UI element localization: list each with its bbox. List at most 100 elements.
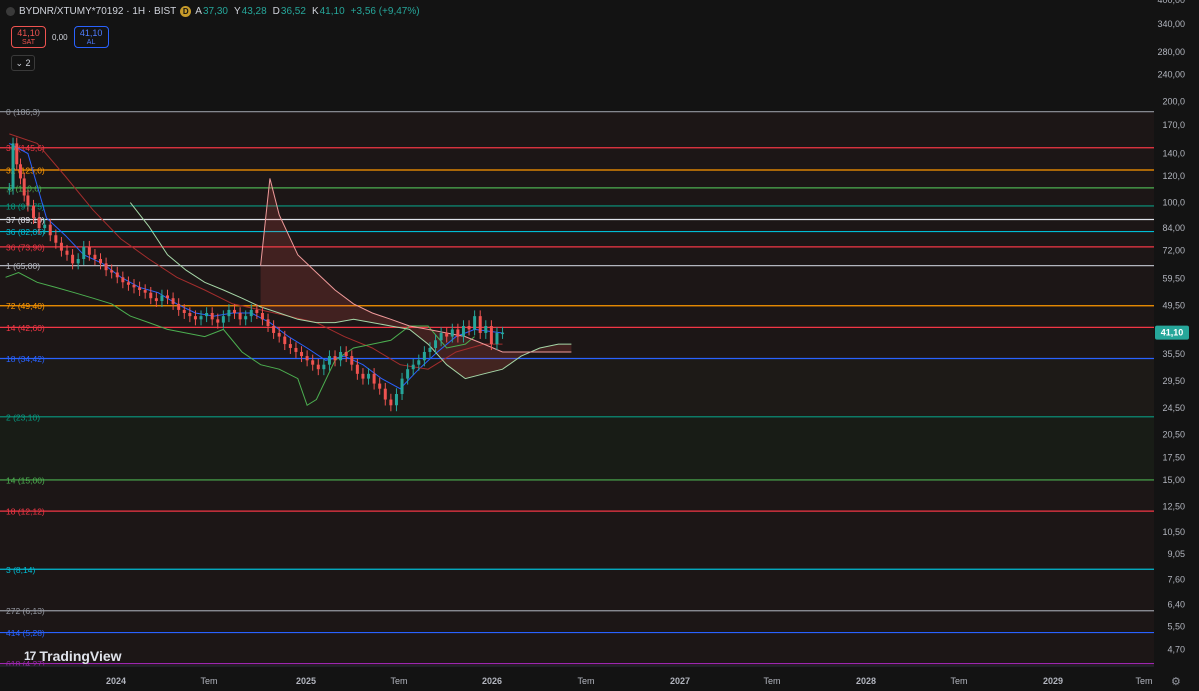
candle-body[interactable] xyxy=(311,360,315,365)
candle-body[interactable] xyxy=(182,309,186,313)
candle-body[interactable] xyxy=(383,388,387,400)
candle-body[interactable] xyxy=(199,316,203,320)
candle-body[interactable] xyxy=(389,399,393,406)
candle-body[interactable] xyxy=(65,250,69,255)
candle-body[interactable] xyxy=(115,272,119,278)
candle-body[interactable] xyxy=(428,347,432,352)
candle-body[interactable] xyxy=(484,325,488,333)
candle-body[interactable] xyxy=(473,316,477,330)
candle-body[interactable] xyxy=(43,224,47,229)
candle-body[interactable] xyxy=(495,332,499,345)
price-tick-label: 35,50 xyxy=(1162,349,1185,359)
candle-body[interactable] xyxy=(244,316,248,320)
candle-body[interactable] xyxy=(221,316,225,323)
time-axis[interactable] xyxy=(0,666,1199,691)
candle-body[interactable] xyxy=(132,284,136,288)
candle-body[interactable] xyxy=(300,351,304,357)
tradingview-logo[interactable]: 17 TradingView xyxy=(24,648,122,664)
candle-body[interactable] xyxy=(93,254,97,260)
candle-body[interactable] xyxy=(439,332,443,341)
candle-body[interactable] xyxy=(327,356,331,365)
candle-body[interactable] xyxy=(501,332,505,335)
candle-body[interactable] xyxy=(210,312,214,320)
candle-body[interactable] xyxy=(138,287,142,291)
candle-body[interactable] xyxy=(54,235,58,243)
candle-body[interactable] xyxy=(205,312,209,317)
price-chart[interactable]: 0 (186,3)36 (145,6)32 (125,0),5 (110,6)1… xyxy=(0,0,1199,691)
buy-button[interactable]: 41,10 AL xyxy=(73,26,109,48)
candle-body[interactable] xyxy=(11,143,15,189)
candle-body[interactable] xyxy=(238,312,242,320)
candle-body[interactable] xyxy=(445,332,449,337)
candle-body[interactable] xyxy=(177,303,181,310)
candle-body[interactable] xyxy=(76,259,80,264)
candle-body[interactable] xyxy=(316,364,320,370)
candle-body[interactable] xyxy=(22,178,26,196)
candle-body[interactable] xyxy=(48,224,52,236)
candle-body[interactable] xyxy=(32,205,36,219)
symbol-title[interactable]: BYDNR/XTUMY*70192 · 1H · BIST xyxy=(19,6,176,17)
settings-gear-icon[interactable]: ⚙ xyxy=(1171,675,1181,688)
candle-body[interactable] xyxy=(15,143,19,165)
candle-body[interactable] xyxy=(193,316,197,320)
candle-body[interactable] xyxy=(478,316,482,333)
candle-body[interactable] xyxy=(121,277,125,283)
candle-body[interactable] xyxy=(104,263,108,271)
candle-body[interactable] xyxy=(467,325,471,330)
candle-body[interactable] xyxy=(400,378,404,395)
candle-body[interactable] xyxy=(339,351,343,361)
candle-body[interactable] xyxy=(18,164,22,179)
candle-body[interactable] xyxy=(87,246,91,255)
candle-body[interactable] xyxy=(272,325,276,333)
candle-body[interactable] xyxy=(216,319,220,323)
candle-body[interactable] xyxy=(255,309,259,313)
candle-body[interactable] xyxy=(305,356,309,361)
collapse-indicators-button[interactable]: ⌄ 2 xyxy=(11,55,35,71)
candle-body[interactable] xyxy=(266,319,270,326)
candle-body[interactable] xyxy=(26,195,30,206)
candle-body[interactable] xyxy=(333,356,337,361)
candle-body[interactable] xyxy=(361,373,365,379)
candle-body[interactable] xyxy=(411,364,415,370)
candle-body[interactable] xyxy=(489,325,493,345)
candle-body[interactable] xyxy=(406,369,410,379)
sell-button[interactable]: 41,10 SAT xyxy=(11,26,46,48)
candle-body[interactable] xyxy=(456,329,460,337)
candle-body[interactable] xyxy=(126,282,130,285)
candle-body[interactable] xyxy=(288,344,292,348)
candle-body[interactable] xyxy=(82,246,86,260)
candle-body[interactable] xyxy=(154,298,158,302)
candle-body[interactable] xyxy=(227,309,231,317)
candle-body[interactable] xyxy=(277,332,281,337)
candle-body[interactable] xyxy=(166,295,170,299)
candle-body[interactable] xyxy=(110,270,114,273)
candle-body[interactable] xyxy=(372,373,376,384)
candle-body[interactable] xyxy=(71,254,75,264)
candle-body[interactable] xyxy=(59,242,63,251)
candle-body[interactable] xyxy=(344,351,348,357)
candle-body[interactable] xyxy=(322,364,326,370)
candle-body[interactable] xyxy=(355,364,359,374)
candle-body[interactable] xyxy=(417,360,421,365)
candle-body[interactable] xyxy=(394,394,398,406)
candle-body[interactable] xyxy=(461,325,465,337)
candle-body[interactable] xyxy=(149,292,153,299)
candle-body[interactable] xyxy=(260,312,264,320)
candle-body[interactable] xyxy=(283,336,287,345)
candle-body[interactable] xyxy=(294,347,298,352)
candle-body[interactable] xyxy=(188,312,192,317)
candle-body[interactable] xyxy=(160,295,164,302)
candle-body[interactable] xyxy=(378,383,382,389)
candle-body[interactable] xyxy=(350,356,354,365)
candle-body[interactable] xyxy=(143,290,147,293)
candle-body[interactable] xyxy=(367,373,371,379)
candle-body[interactable] xyxy=(233,309,237,313)
candle-body[interactable] xyxy=(7,188,11,191)
candle-body[interactable] xyxy=(434,340,438,348)
candle-body[interactable] xyxy=(422,351,426,361)
candle-body[interactable] xyxy=(99,259,103,264)
candle-body[interactable] xyxy=(37,218,41,229)
candle-body[interactable] xyxy=(171,298,175,304)
candle-body[interactable] xyxy=(249,309,253,317)
candle-body[interactable] xyxy=(450,329,454,337)
